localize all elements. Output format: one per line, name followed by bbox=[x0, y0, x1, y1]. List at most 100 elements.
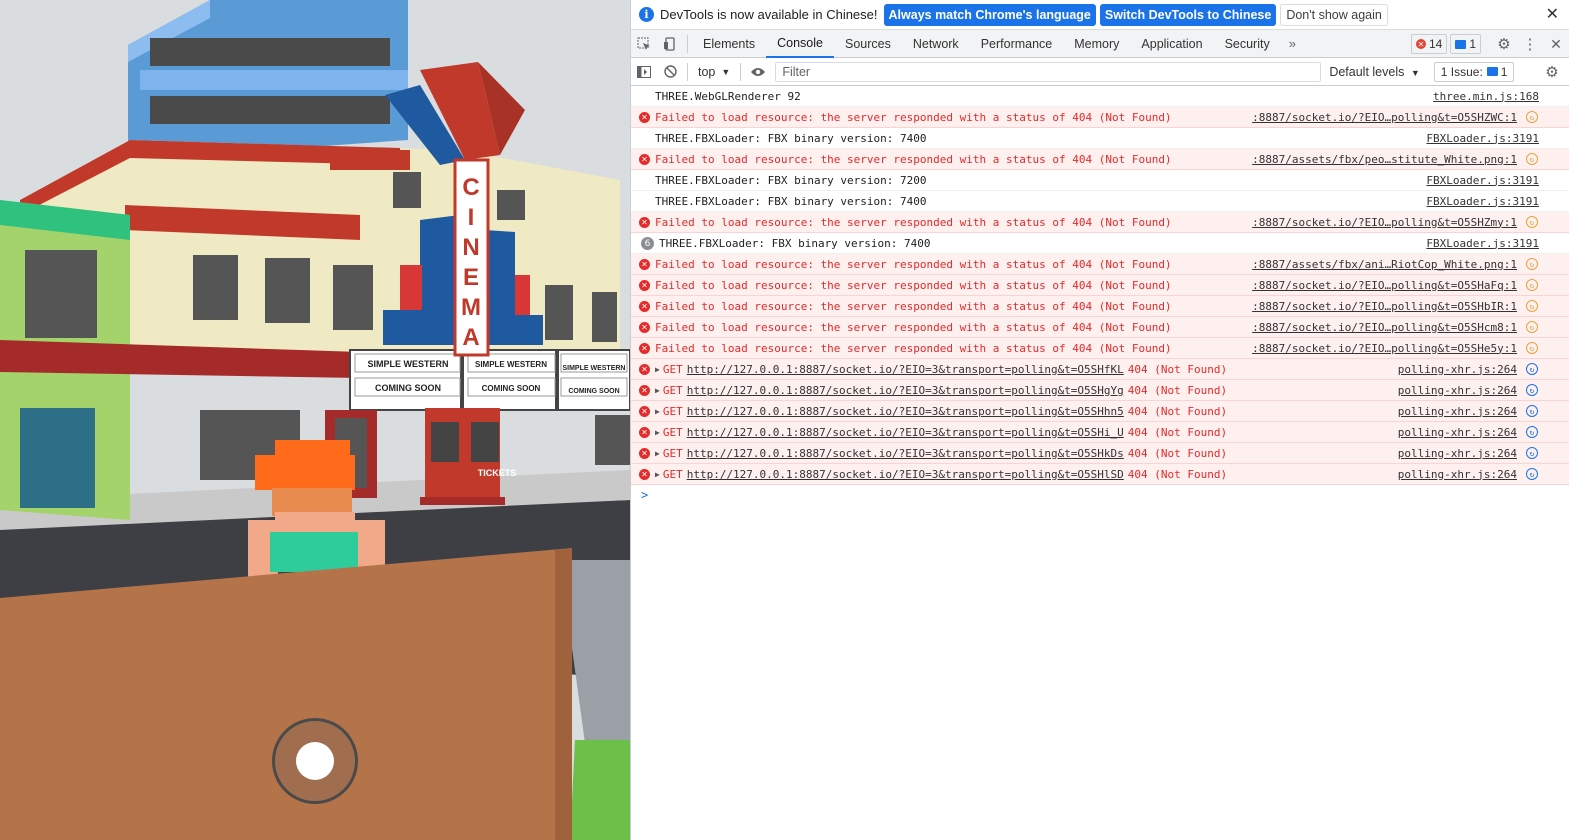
settings-gear-icon[interactable]: ⚙ bbox=[1491, 30, 1517, 58]
source-link[interactable]: :8887/socket.io/?EIO…polling&t=O5SHZWC:1 bbox=[1252, 111, 1517, 124]
ticket-booth-label: TICKETS bbox=[478, 468, 517, 478]
error-icon: ✕ bbox=[639, 154, 650, 165]
network-request-icon[interactable]: ↻ bbox=[1526, 153, 1538, 165]
more-tabs-icon[interactable]: » bbox=[1281, 36, 1304, 51]
request-url-link[interactable]: http://127.0.0.1:8887/socket.io/?EIO=3&t… bbox=[687, 468, 1124, 481]
game-viewport[interactable]: SIMPLE WESTERN COMING SOON SIMPLE WESTER… bbox=[0, 0, 630, 840]
console-log-row: 6 THREE.FBXLoader: FBX binary version: 74… bbox=[631, 233, 1569, 254]
source-link[interactable]: polling-xhr.js:264 bbox=[1398, 468, 1517, 481]
kebab-menu-icon[interactable]: ⋮ bbox=[1517, 30, 1543, 58]
tab-application[interactable]: Application bbox=[1130, 30, 1213, 58]
tab-performance[interactable]: Performance bbox=[970, 30, 1064, 58]
tabbar-right: ✕ 14 1 ⚙ ⋮ ✕ bbox=[1410, 30, 1569, 58]
request-status: 404 (Not Found) bbox=[1127, 383, 1228, 397]
source-link[interactable]: FBXLoader.js:3191 bbox=[1426, 237, 1539, 250]
close-icon[interactable]: ✕ bbox=[1546, 4, 1559, 24]
expand-triangle-icon[interactable]: ▶ bbox=[655, 470, 660, 479]
source-link[interactable]: polling-xhr.js:264 bbox=[1398, 426, 1517, 439]
request-url-link[interactable]: http://127.0.0.1:8887/socket.io/?EIO=3&t… bbox=[687, 447, 1124, 460]
network-request-icon[interactable]: ↻ bbox=[1526, 216, 1538, 228]
joystick[interactable] bbox=[272, 718, 358, 804]
source-link[interactable]: :8887/socket.io/?EIO…polling&t=O5SHaFq:1 bbox=[1252, 279, 1517, 292]
source-link[interactable]: FBXLoader.js:3191 bbox=[1426, 195, 1539, 208]
message-text: Failed to load resource: the server resp… bbox=[655, 110, 1172, 124]
error-count-badge[interactable]: ✕ 14 bbox=[1410, 34, 1448, 54]
console-error-row: ✕ ▶ GET http://127.0.0.1:8887/socket.io/?EI… bbox=[631, 359, 1569, 380]
error-icon: ✕ bbox=[639, 448, 650, 459]
inspect-element-icon[interactable] bbox=[631, 30, 657, 58]
marquee-left-sub: COMING SOON bbox=[375, 383, 441, 393]
network-request-icon[interactable]: ↻ bbox=[1526, 342, 1538, 354]
source-link[interactable]: polling-xhr.js:264 bbox=[1398, 363, 1517, 376]
error-icon: ✕ bbox=[639, 343, 650, 354]
network-request-icon[interactable]: ↻ bbox=[1526, 447, 1538, 459]
expand-triangle-icon[interactable]: ▶ bbox=[655, 365, 660, 374]
console-log-row: THREE.FBXLoader: FBX binary version: 740… bbox=[631, 191, 1569, 212]
eye-icon[interactable] bbox=[745, 58, 771, 86]
device-toolbar-icon[interactable] bbox=[657, 30, 683, 58]
console-log-row: THREE.WebGLRenderer 92 three.min.js:168 bbox=[631, 86, 1569, 107]
tab-security[interactable]: Security bbox=[1214, 30, 1281, 58]
expand-triangle-icon[interactable]: ▶ bbox=[655, 407, 660, 416]
dont-show-again-button[interactable]: Don't show again bbox=[1280, 3, 1388, 26]
network-request-icon[interactable]: ↻ bbox=[1526, 300, 1538, 312]
network-request-icon[interactable]: ↻ bbox=[1526, 258, 1538, 270]
console-log-row: THREE.FBXLoader: FBX binary version: 740… bbox=[631, 128, 1569, 149]
request-url-link[interactable]: http://127.0.0.1:8887/socket.io/?EIO=3&t… bbox=[687, 405, 1124, 418]
network-request-icon[interactable]: ↻ bbox=[1526, 321, 1538, 333]
switch-language-button[interactable]: Switch DevTools to Chinese bbox=[1099, 3, 1277, 26]
error-icon: ✕ bbox=[639, 427, 650, 438]
source-link[interactable]: :8887/assets/fbx/peo…stitute_White.png:1 bbox=[1252, 153, 1517, 166]
tab-list: Elements Console Sources Network Performance… bbox=[692, 30, 1281, 58]
tab-memory[interactable]: Memory bbox=[1063, 30, 1130, 58]
source-link[interactable]: polling-xhr.js:264 bbox=[1398, 384, 1517, 397]
filter-input[interactable]: Filter bbox=[775, 61, 1322, 82]
source-link[interactable]: :8887/socket.io/?EIO…polling&t=O5SHe5y:1 bbox=[1252, 342, 1517, 355]
source-link[interactable]: :8887/assets/fbx/ani…RiotCop_White.png:1 bbox=[1252, 258, 1517, 271]
console-settings-icon[interactable]: ⚙ bbox=[1539, 58, 1565, 86]
request-url-link[interactable]: http://127.0.0.1:8887/socket.io/?EIO=3&t… bbox=[687, 363, 1124, 376]
tab-sources[interactable]: Sources bbox=[834, 30, 902, 58]
request-url-link[interactable]: http://127.0.0.1:8887/socket.io/?EIO=3&t… bbox=[687, 384, 1124, 397]
close-devtools-icon[interactable]: ✕ bbox=[1543, 30, 1569, 58]
source-link[interactable]: :8887/socket.io/?EIO…polling&t=O5SHZmy:1 bbox=[1252, 216, 1517, 229]
source-link[interactable]: :8887/socket.io/?EIO…polling&t=O5SHcm8:1 bbox=[1252, 321, 1517, 334]
joystick-knob[interactable] bbox=[296, 742, 334, 780]
log-levels-dropdown[interactable]: Default levels ▼ bbox=[1329, 65, 1419, 79]
error-icon: ✕ bbox=[639, 259, 650, 270]
expand-triangle-icon[interactable]: ▶ bbox=[655, 386, 660, 395]
source-link[interactable]: polling-xhr.js:264 bbox=[1398, 405, 1517, 418]
source-link[interactable]: polling-xhr.js:264 bbox=[1398, 447, 1517, 460]
message-text: THREE.WebGLRenderer 92 bbox=[655, 89, 801, 103]
error-icon: ✕ bbox=[639, 322, 650, 333]
sidebar-toggle-icon[interactable] bbox=[631, 58, 657, 86]
tab-console[interactable]: Console bbox=[766, 30, 834, 58]
message-count-badge[interactable]: 1 bbox=[1450, 34, 1481, 54]
expand-triangle-icon[interactable]: ▶ bbox=[655, 428, 660, 437]
console-prompt[interactable]: > bbox=[631, 485, 1569, 505]
tab-elements[interactable]: Elements bbox=[692, 30, 766, 58]
network-request-icon[interactable]: ↻ bbox=[1526, 426, 1538, 438]
match-language-button[interactable]: Always match Chrome's language bbox=[883, 3, 1096, 26]
network-request-icon[interactable]: ↻ bbox=[1526, 363, 1538, 375]
network-request-icon[interactable]: ↻ bbox=[1526, 384, 1538, 396]
console-error-row: ✕ ▶ GET http://127.0.0.1:8887/socket.io/?EI… bbox=[631, 422, 1569, 443]
network-request-icon[interactable]: ↻ bbox=[1526, 468, 1538, 480]
network-request-icon[interactable]: ↻ bbox=[1526, 279, 1538, 291]
source-link[interactable]: FBXLoader.js:3191 bbox=[1426, 174, 1539, 187]
request-url-link[interactable]: http://127.0.0.1:8887/socket.io/?EIO=3&t… bbox=[687, 426, 1124, 439]
source-link[interactable]: three.min.js:168 bbox=[1433, 90, 1539, 103]
network-request-icon[interactable]: ↻ bbox=[1526, 405, 1538, 417]
marquee-left-title: SIMPLE WESTERN bbox=[367, 359, 448, 369]
source-link[interactable]: FBXLoader.js:3191 bbox=[1426, 132, 1539, 145]
clear-console-icon[interactable] bbox=[657, 58, 683, 86]
request-method: GET bbox=[662, 467, 683, 481]
request-method: GET bbox=[662, 446, 683, 460]
issues-button[interactable]: 1 Issue: 1 bbox=[1433, 61, 1515, 82]
tab-network[interactable]: Network bbox=[902, 30, 970, 58]
context-selector[interactable]: top ▼ bbox=[692, 65, 736, 79]
console-log-row: THREE.FBXLoader: FBX binary version: 720… bbox=[631, 170, 1569, 191]
expand-triangle-icon[interactable]: ▶ bbox=[655, 449, 660, 458]
source-link[interactable]: :8887/socket.io/?EIO…polling&t=O5SHbIR:1 bbox=[1252, 300, 1517, 313]
network-request-icon[interactable]: ↻ bbox=[1526, 111, 1538, 123]
